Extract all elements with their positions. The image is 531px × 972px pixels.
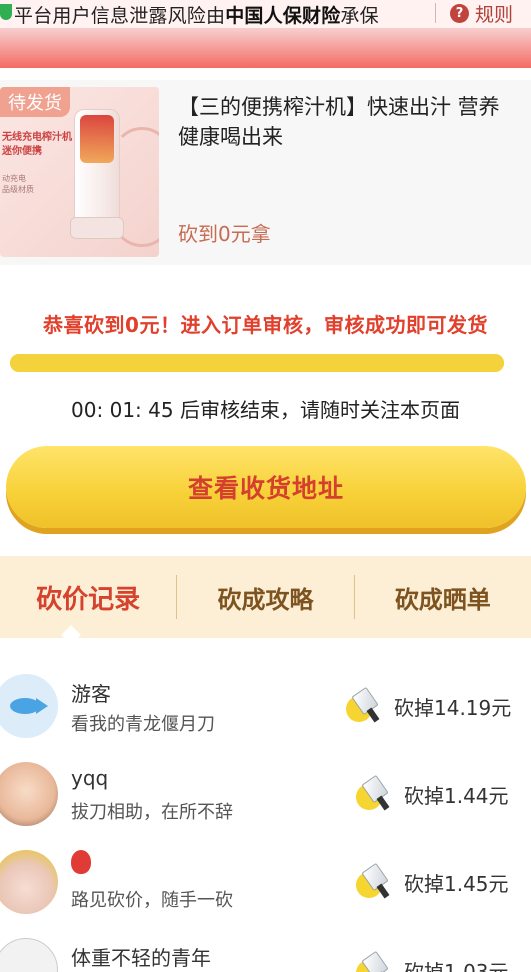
insurance-notice-bar: 平台用户信息泄露风险由中国人保财险承保 ? 规则 bbox=[0, 0, 531, 28]
image-caption-line-2: 迷你便携 bbox=[2, 146, 42, 157]
notice-prefix: 平台用户信息泄露风险由 bbox=[14, 5, 226, 27]
record-message: 路见砍价，随手一砍 bbox=[71, 890, 233, 911]
notice-divider bbox=[435, 3, 436, 23]
fish-tail-icon bbox=[36, 698, 48, 714]
balloon-icon bbox=[71, 850, 91, 874]
record-message: 拔刀相助，在所不辞 bbox=[71, 802, 233, 823]
baby-avatar bbox=[0, 762, 58, 826]
image-caption-line-1: 无线充电榨汁机 bbox=[2, 132, 72, 143]
cleaver-icon bbox=[346, 686, 382, 723]
question-icon: ? bbox=[450, 3, 469, 23]
image-caption: 无线充电榨汁机 迷你便携 bbox=[2, 131, 72, 159]
juicer-fruit bbox=[80, 115, 114, 163]
product-title[interactable]: 【三的便携榨汁机】快速出汁 营养健康喝出来 bbox=[178, 92, 520, 152]
tab-bargain-records[interactable]: 砍价记录 bbox=[0, 579, 176, 616]
record-tabs: 砍价记录 砍成攻略 砍成晒单 bbox=[0, 556, 531, 638]
meme-avatar bbox=[0, 938, 58, 972]
tab-bargain-showcase[interactable]: 砍成晒单 bbox=[355, 580, 531, 615]
view-address-button[interactable]: 查看收货地址 bbox=[6, 446, 526, 528]
congrats-message: 恭喜砍到0元！进入订单审核，审核成功即可发货 bbox=[43, 313, 488, 337]
image-sub-line-2: 品级材质 bbox=[2, 185, 34, 194]
notice-insurer: 中国人保财险 bbox=[225, 5, 341, 27]
shield-icon bbox=[0, 4, 12, 20]
rules-label: 规则 bbox=[475, 3, 514, 26]
cleaver-icon bbox=[356, 774, 392, 811]
cleaver-icon bbox=[356, 950, 392, 972]
insurance-notice: 平台用户信息泄露风险由中国人保财险承保 bbox=[14, 1, 379, 28]
juicer-base bbox=[70, 217, 124, 239]
record-row: yqq 拔刀相助，在所不辞 砍掉1.44元 bbox=[0, 748, 531, 832]
bargain-progress-bar bbox=[10, 354, 504, 372]
review-countdown: 00: 01: 45 后审核结束，请随时关注本页面 bbox=[71, 398, 460, 422]
record-amount: 砍掉1.45元 bbox=[404, 872, 509, 896]
tab-bargain-tips[interactable]: 砍成攻略 bbox=[177, 580, 353, 615]
record-name: 游客 bbox=[71, 682, 111, 706]
record-row: 路见砍价，随手一砍 砍掉1.45元 bbox=[0, 836, 531, 920]
image-sub-line-1: 动充电 bbox=[2, 174, 26, 183]
pending-shipment-badge: 待发货 bbox=[0, 87, 70, 117]
cleaver-icon bbox=[356, 862, 392, 899]
record-row: 游客 看我的青龙偃月刀 砍掉14.19元 bbox=[0, 660, 531, 744]
progress-fill bbox=[10, 354, 504, 372]
girl-avatar bbox=[0, 850, 58, 914]
record-amount: 砍掉1.44元 bbox=[404, 784, 509, 808]
record-name: 体重不轻的青年 bbox=[71, 946, 211, 970]
notice-suffix: 承保 bbox=[340, 5, 379, 27]
product-image[interactable]: 无线充电榨汁机 迷你便携 动充电 品级材质 待发货 bbox=[0, 87, 159, 257]
record-name: yqq bbox=[71, 766, 109, 790]
record-amount: 砍掉14.19元 bbox=[394, 696, 512, 720]
fish-avatar bbox=[0, 674, 58, 738]
image-subcaption: 动充电 品级材质 bbox=[2, 173, 34, 195]
rules-link[interactable]: ? 规则 bbox=[450, 0, 513, 26]
record-amount: 砍掉1.03元 bbox=[404, 960, 509, 972]
product-price-text: 砍到0元拿 bbox=[178, 222, 271, 246]
record-message: 看我的青龙偃月刀 bbox=[71, 714, 215, 735]
record-row: 体重不轻的青年 砍掉1.03元 bbox=[0, 924, 531, 972]
